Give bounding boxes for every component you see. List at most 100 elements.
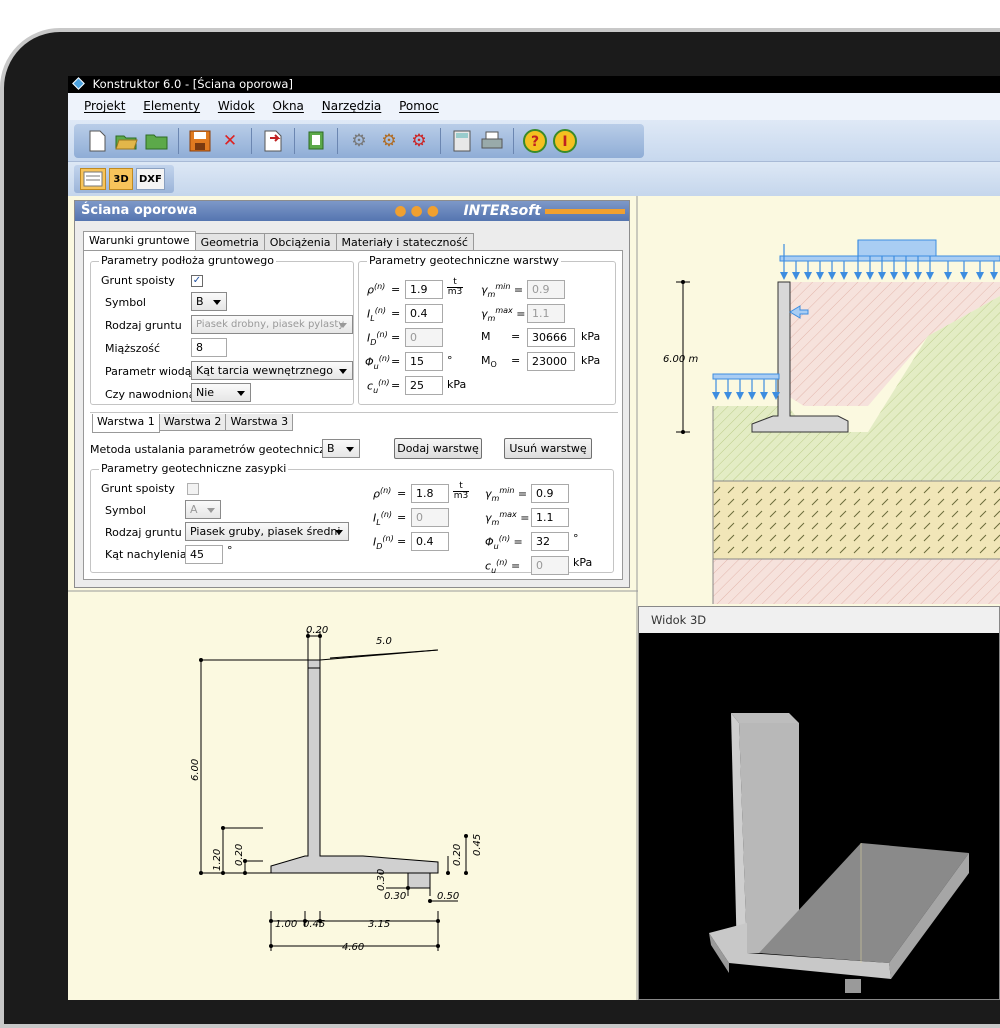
dim-h045: 0.45 [472, 834, 483, 856]
gmax-label: γmmax = [481, 306, 526, 323]
backfill-symbol-select[interactable]: A [185, 500, 221, 519]
app-window: Konstruktor 6.0 - [Ściana oporowa] Proje… [68, 76, 1000, 1000]
slope-label: Kąt nachylenia [105, 548, 187, 561]
symbol-label: Symbol [105, 296, 146, 309]
backfill-group: Parametry geotechniczne zasypki Grunt sp… [90, 462, 614, 575]
layer-params-title: Parametry geotechniczne warstwy [367, 254, 561, 267]
backfill-phi-label: Φu(n) = [485, 534, 523, 551]
tab-layer-3[interactable]: Warstwa 3 [225, 414, 294, 431]
retaining-wall-panel: Ściana oporowa ●●● INTERsoft Warunki gru… [74, 200, 630, 588]
panel-tabs: Warunki gruntowe Geometria Obciążenia Ma… [83, 231, 474, 250]
dim-slope: 5.0 [376, 636, 392, 647]
backfill-phi-input[interactable]: 32 [531, 532, 569, 551]
backfill-soil-type-label: Rodzaj gruntu [105, 526, 182, 539]
layer-tabs: Warstwa 1 Warstwa 2 Warstwa 3 [92, 414, 294, 433]
view-3d-window[interactable]: Widok 3D [638, 606, 1000, 1000]
subsoil-group-title: Parametry podłoża gruntowego [99, 254, 276, 267]
id-input[interactable]: 0 [405, 328, 443, 347]
method-label: Metoda ustalania parametrów geotechniczn… [90, 443, 352, 456]
backfill-symbol-label: Symbol [105, 504, 146, 517]
panel-header: Ściana oporowa ●●● INTERsoft [75, 201, 629, 221]
dim-top-width: 0.20 [306, 625, 328, 636]
watered-label: Czy nawodniona [105, 388, 196, 401]
il-input[interactable]: 0.4 [405, 304, 443, 323]
leading-param-select[interactable]: Kąt tarcia wewnętrznego [191, 361, 353, 380]
symbol-select[interactable]: B [191, 292, 227, 311]
backfill-gmin-input[interactable]: 0.9 [531, 484, 569, 503]
backfill-id-input[interactable]: 0.4 [411, 532, 449, 551]
gmin-label: γmmin = [481, 282, 524, 299]
id-label: ID(n) [367, 330, 388, 347]
backfill-cu-input[interactable]: 0 [531, 556, 569, 575]
rho-label: ρ(n) [367, 282, 386, 297]
wall-3d-model[interactable] [639, 633, 999, 999]
backfill-gmin-label: γmmin = [485, 486, 528, 503]
cu-label: cu(n) [367, 378, 390, 395]
dim-total: 4.60 [342, 942, 364, 953]
m-input[interactable]: 30666 [527, 328, 575, 347]
backfill-gmax-input[interactable]: 1.1 [531, 508, 569, 527]
backfill-il-label: IL(n) [373, 510, 393, 527]
brand-dots: ●●● [394, 203, 443, 219]
remove-layer-button[interactable]: Usuń warstwę [504, 438, 592, 459]
thickness-input[interactable]: 8 [191, 338, 227, 357]
brand-logo: INTERsoft [463, 203, 541, 219]
phi-label: Φu(n) [365, 354, 391, 371]
rho-unit: t m3 [447, 277, 463, 297]
height-label: 6.00 m [663, 354, 698, 365]
cohesive-checkbox[interactable]: ✓ [191, 275, 203, 287]
dim-key-width: 0.30 [384, 891, 406, 902]
add-layer-button[interactable]: Dodaj warstwę [394, 438, 482, 459]
method-select[interactable]: B [322, 439, 360, 458]
dim-wall: 0.45 [303, 919, 325, 930]
m-label: M [481, 330, 491, 343]
backfill-il-input[interactable]: 0 [411, 508, 449, 527]
backfill-cohesive-checkbox[interactable] [187, 483, 199, 495]
m0-input[interactable]: 23000 [527, 352, 575, 371]
tab-layer-1[interactable]: Warstwa 1 [92, 414, 160, 433]
dim-h020a: 0.20 [234, 844, 245, 866]
thickness-label: Miąższość [105, 342, 161, 355]
tab-loads[interactable]: Obciążenia [263, 233, 337, 250]
brand-bar [545, 209, 625, 214]
slope-input[interactable]: 45 [185, 545, 223, 564]
cohesive-label: Grunt spoisty [101, 274, 175, 287]
dim-key-offset: 0.50 [437, 891, 459, 902]
leading-param-label: Parametr wiodący [105, 365, 205, 378]
tab-geometry[interactable]: Geometria [194, 233, 265, 250]
subsoil-group: Parametry podłoża gruntowego Grunt spois… [90, 254, 354, 405]
panel-title: Ściana oporowa [81, 203, 198, 218]
gmax-input[interactable]: 1.1 [527, 304, 565, 323]
backfill-rho-input[interactable]: 1.8 [411, 484, 449, 503]
gmin-input[interactable]: 0.9 [527, 280, 565, 299]
dim-height: 6.00 [190, 759, 201, 781]
m0-label: MO [481, 354, 497, 370]
backfill-soil-type-select[interactable]: Piasek gruby, piasek średni [185, 522, 349, 541]
backfill-id-label: ID(n) [373, 534, 394, 551]
backfill-cu-label: cu(n) = [485, 558, 521, 575]
rho-eq: = [391, 283, 401, 296]
dim-toe: 1.00 [275, 919, 297, 930]
backfill-title: Parametry geotechniczne zasypki [99, 462, 289, 475]
dim-h120: 1.20 [212, 849, 223, 871]
tab-soil-conditions[interactable]: Warunki gruntowe [83, 231, 196, 250]
dim-h020b: 0.20 [452, 844, 463, 866]
backfill-rho-label: ρ(n) [373, 486, 392, 501]
il-label: IL(n) [367, 306, 387, 323]
backfill-rho-unit: t m3 [453, 481, 469, 501]
view-3d-title: Widok 3D [639, 607, 999, 633]
soil-type-select[interactable]: Piasek drobny, piasek pylasty [191, 315, 353, 334]
cu-input[interactable]: 25 [405, 376, 443, 395]
soil-conditions-page: Parametry podłoża gruntowego Grunt spois… [83, 250, 623, 580]
dim-heel: 3.15 [368, 919, 390, 930]
phi-input[interactable]: 15 [405, 352, 443, 371]
tab-layer-2[interactable]: Warstwa 2 [158, 414, 227, 431]
layer-params-group: Parametry geotechniczne warstwy ρ(n) = 1… [358, 254, 616, 405]
dim-key-depth: 0.30 [376, 869, 387, 891]
backfill-cohesive-label: Grunt spoisty [101, 482, 175, 495]
watered-select[interactable]: Nie [191, 383, 251, 402]
backfill-gmax-label: γmmax = [485, 510, 530, 527]
rho-input[interactable]: 1.9 [405, 280, 443, 299]
tab-materials[interactable]: Materiały i stateczność [335, 233, 474, 250]
wall-geometry-drawing [200, 631, 467, 951]
